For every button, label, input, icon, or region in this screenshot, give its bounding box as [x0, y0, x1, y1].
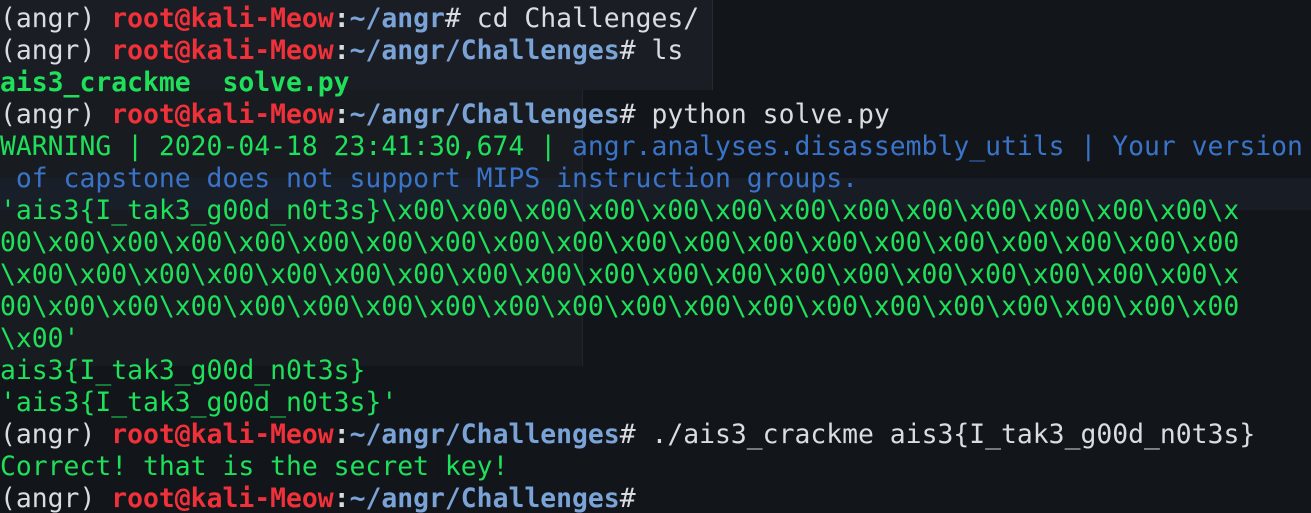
- prompt-path: ~/angr/Challenges: [349, 419, 620, 450]
- prompt-line-active[interactable]: (angr) root@kali-Meow:~/angr/Challenges#: [0, 483, 636, 513]
- command-text: ls: [635, 35, 684, 66]
- prompt-colon: :: [333, 483, 350, 513]
- warning-module: angr.analyses.disassembly_utils: [572, 131, 1065, 162]
- env-label: (angr): [0, 3, 96, 34]
- prompt-colon: :: [333, 419, 350, 450]
- user-host: root@kali-Meow: [111, 35, 334, 66]
- command-text: cd Challenges/: [460, 3, 700, 34]
- prompt-line: (angr) root@kali-Meow:~/angr/Challenges#…: [0, 35, 683, 67]
- env-label: (angr): [0, 35, 96, 66]
- prompt-line: (angr) root@kali-Meow:~/angr/Challenges#…: [0, 99, 890, 131]
- ls-output: ais3_crackme solve.py: [0, 67, 350, 98]
- terminal-window[interactable]: (angr) root@kali-Meow:~/angr# cd Challen…: [0, 0, 1311, 513]
- prompt-path: ~/angr/Challenges: [349, 35, 620, 66]
- prompt-line: (angr) root@kali-Meow:~/angr# cd Challen…: [0, 3, 699, 35]
- output-bytes-line: 00\x00\x00\x00\x00\x00\x00\x00\x00\x00\x…: [0, 291, 1240, 322]
- output-bytes-line: \x00\x00\x00\x00\x00\x00\x00\x00\x00\x00…: [0, 259, 1240, 290]
- user-host: root@kali-Meow: [111, 99, 334, 130]
- prompt-hash: #: [619, 35, 636, 66]
- prompt-hash: #: [619, 419, 636, 450]
- warning-prefix: WARNING | 2020-04-18 23:41:30,674 |: [0, 131, 572, 162]
- flag-repr-output: 'ais3{I_tak3_g00d_n0t3s}': [0, 387, 398, 418]
- command-text: python solve.py: [635, 99, 890, 130]
- user-host: root@kali-Meow: [111, 483, 334, 513]
- warning-continuation: of capstone does not support MIPS instru…: [0, 163, 858, 194]
- output-bytes-line: 'ais3{I_tak3_g00d_n0t3s}\x00\x00\x00\x00…: [0, 195, 1240, 226]
- prompt-hash: #: [444, 3, 461, 34]
- user-host: root@kali-Meow: [111, 3, 334, 34]
- env-label: (angr): [0, 419, 96, 450]
- prompt-path: ~/angr/Challenges: [349, 483, 620, 513]
- env-label: (angr): [0, 99, 96, 130]
- output-bytes-line: \x00': [0, 323, 80, 354]
- prompt-line: (angr) root@kali-Meow:~/angr/Challenges#…: [0, 419, 1255, 451]
- prompt-path: ~/angr: [349, 3, 445, 34]
- prompt-path: ~/angr/Challenges: [349, 99, 620, 130]
- command-text: ./ais3_crackme ais3{I_tak3_g00d_n0t3s}: [635, 419, 1256, 450]
- env-label: (angr): [0, 483, 96, 513]
- prompt-hash: #: [619, 483, 636, 513]
- prompt-colon: :: [333, 99, 350, 130]
- warning-message: Your version: [1112, 131, 1303, 162]
- result-output: Correct! that is the secret key!: [0, 451, 509, 482]
- prompt-colon: :: [333, 35, 350, 66]
- prompt-hash: #: [619, 99, 636, 130]
- prompt-colon: :: [333, 3, 350, 34]
- warning-line: WARNING | 2020-04-18 23:41:30,674 | angr…: [0, 131, 1303, 163]
- warning-separator: |: [1064, 131, 1113, 162]
- flag-output: ais3{I_tak3_g00d_n0t3s}: [0, 355, 366, 386]
- user-host: root@kali-Meow: [111, 419, 334, 450]
- output-bytes-line: 00\x00\x00\x00\x00\x00\x00\x00\x00\x00\x…: [0, 227, 1240, 258]
